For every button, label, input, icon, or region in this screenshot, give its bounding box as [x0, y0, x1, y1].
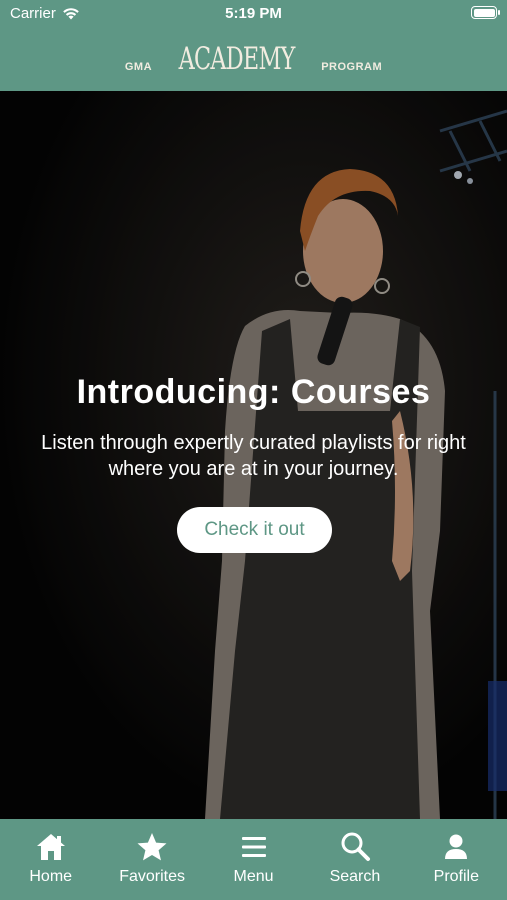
- home-icon: [36, 834, 65, 860]
- tab-home-label: Home: [29, 868, 73, 885]
- search-icon: [341, 832, 370, 861]
- battery-icon: [471, 6, 500, 19]
- logo-right-text: PROGRAM: [321, 61, 383, 73]
- hero-subtitle: Listen through expertly curated playlist…: [41, 432, 466, 480]
- tab-search[interactable]: Search: [304, 819, 405, 900]
- tab-home[interactable]: Home: [0, 819, 101, 900]
- menu-icon: [241, 837, 266, 857]
- hero-title: Introducing: Courses: [76, 373, 431, 411]
- profile-icon: [445, 834, 468, 859]
- star-icon: [137, 833, 167, 861]
- tab-menu[interactable]: Menu: [203, 819, 304, 900]
- tab-menu-label: Menu: [233, 868, 274, 885]
- app-logo: GMA ACADEMY PROGRAM: [0, 34, 507, 78]
- status-time: 5:19 PM: [225, 5, 282, 22]
- hero-banner: Introducing: Courses Listen through expe…: [0, 91, 507, 819]
- top-bar: Carrier 5:19 PM GMA ACADEMY PROGRAM: [0, 0, 507, 91]
- tab-favorites-label: Favorites: [119, 868, 185, 885]
- tab-profile[interactable]: Profile: [406, 819, 507, 900]
- tab-profile-label: Profile: [433, 868, 479, 885]
- logo-main-text: ACADEMY: [178, 41, 296, 77]
- check-it-out-button[interactable]: Check it out: [177, 507, 332, 553]
- tab-bar: Home Favorites Menu Search Profile: [0, 819, 507, 900]
- tab-favorites[interactable]: Favorites: [101, 819, 202, 900]
- logo-left-text: GMA: [124, 61, 153, 73]
- tab-search-label: Search: [329, 868, 381, 885]
